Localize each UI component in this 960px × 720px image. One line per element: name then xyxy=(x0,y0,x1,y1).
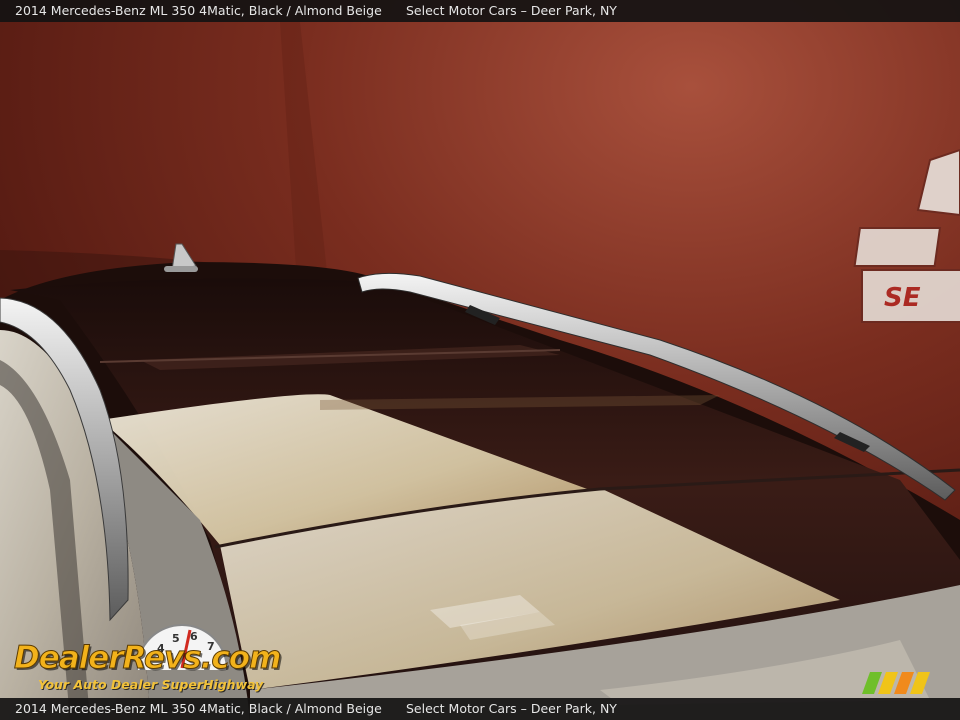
vehicle-roof-photo: SE xyxy=(0,0,960,720)
dealerrevs-watermark-logo: 4 5 6 7 DealerRevs.com Your Auto Dealer … xyxy=(12,622,282,694)
caption-bar-top: 2014 Mercedes-Benz ML 350 4Matic, Black … xyxy=(0,0,960,22)
dealerrevs-wordmark: DealerRevs.com xyxy=(13,640,281,677)
caption-dealer-text: Select Motor Cars – Deer Park, NY xyxy=(406,3,617,18)
caption-car-text-bottom: 2014 Mercedes-Benz ML 350 4Matic, Black … xyxy=(15,701,382,716)
caption-dealer-text-bottom: Select Motor Cars – Deer Park, NY xyxy=(406,701,617,716)
wall-sign-text: SE xyxy=(884,283,921,313)
caption-car-text: 2014 Mercedes-Benz ML 350 4Matic, Black … xyxy=(15,3,382,18)
dealerrevs-brand-text: DealerRevs.com xyxy=(13,640,281,677)
stripes-badge-icon xyxy=(862,672,930,694)
dealerrevs-tagline: Your Auto Dealer SuperHighway xyxy=(38,677,264,692)
caption-bar-bottom: 2014 Mercedes-Benz ML 350 4Matic, Black … xyxy=(0,698,960,720)
